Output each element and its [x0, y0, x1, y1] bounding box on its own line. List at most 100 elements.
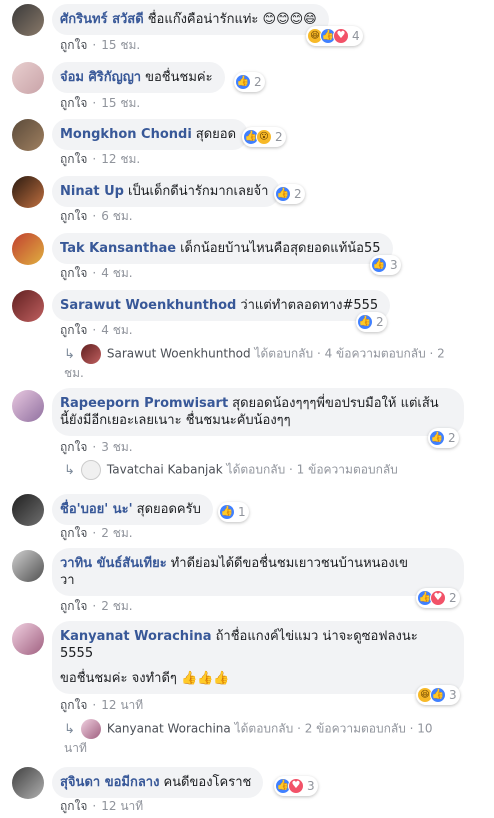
- comment-time[interactable]: 15 ชม.: [101, 96, 140, 110]
- reaction-count: 2: [448, 431, 456, 445]
- comment-actions: ถูกใจ · 2 ชม.: [60, 599, 133, 613]
- reaction-summary[interactable]: 😆 👍 ♥ 4: [306, 26, 363, 46]
- reaction-summary[interactable]: 👍 2: [234, 72, 265, 92]
- view-replies-link[interactable]: ↳ Sarawut Woenkhunthod ได้ตอบกลับ · 4 ข้อ…: [64, 344, 484, 382]
- avatar[interactable]: [12, 494, 44, 526]
- reaction-summary[interactable]: 👍 😮 2: [242, 127, 286, 147]
- avatar[interactable]: [12, 233, 44, 265]
- reaction-summary[interactable]: 👍 ♥ 3: [274, 776, 318, 796]
- comment-text: สุดยอดน้องๆๆๆพี่ขอปรบมือให้ แต่เส้น: [232, 396, 439, 411]
- comment-text-line2: 5555: [60, 646, 94, 661]
- comment-author[interactable]: สุจินดา ขอมีกลาง: [60, 775, 159, 790]
- comment-actions: ถูกใจ · 12 นาที: [60, 799, 144, 813]
- comments-panel: { "ui": { "like": "ถูกใจ", "dot": "·", "…: [0, 0, 494, 818]
- comment-author[interactable]: จ๋อม ศิริกัญญา: [60, 70, 141, 85]
- comment-bubble: ชื่อ'บอย' นะ' สุดยอดครับ: [52, 494, 213, 525]
- comment-actions: ถูกใจ · 12 ชม.: [60, 152, 141, 166]
- comment-author[interactable]: Kanyanat Worachina: [60, 629, 212, 644]
- comment-time[interactable]: 2 ชม.: [101, 599, 132, 613]
- like-link[interactable]: ถูกใจ: [60, 526, 87, 540]
- comment-author[interactable]: ศักรินทร์ สวัสดี: [60, 12, 144, 27]
- comment-actions: ถูกใจ · 2 ชม.: [60, 526, 133, 540]
- reaction-count: 3: [307, 779, 315, 793]
- love-reaction-icon: ♥: [333, 28, 349, 44]
- comment-time[interactable]: 4 ชม.: [101, 323, 132, 337]
- avatar[interactable]: [12, 767, 44, 799]
- reply-count: 2 ข้อความตอบกลับ · 10: [304, 721, 433, 736]
- love-reaction-icon: ♥: [288, 778, 304, 794]
- like-link[interactable]: ถูกใจ: [60, 698, 87, 712]
- reply-count: 4 ข้อความตอบกลับ · 2: [324, 346, 445, 361]
- reaction-count: 2: [275, 130, 283, 144]
- comment-bubble: Tak Kansanthae เด็กน้อยบ้านไหนคือสุดยอดแท…: [52, 233, 393, 264]
- reaction-summary[interactable]: 👍 2: [274, 184, 305, 204]
- comment-bubble: Ninat Up เป็นเด็กดีน่ารักมากเลยจ้า: [52, 176, 281, 207]
- avatar[interactable]: [12, 4, 44, 36]
- like-link[interactable]: ถูกใจ: [60, 38, 87, 52]
- like-link[interactable]: ถูกใจ: [60, 152, 87, 166]
- comment-bubble: Kanyanat Worachina ถ้าชื่อแกงค์ไข่แมว น่า…: [52, 621, 464, 694]
- avatar[interactable]: [12, 176, 44, 208]
- like-reaction-icon: 👍: [235, 74, 251, 90]
- comment-actions: ถูกใจ · 3 ชม.: [60, 440, 133, 454]
- reply-author: Sarawut Woenkhunthod: [106, 346, 251, 361]
- reaction-summary[interactable]: 👍 3: [370, 255, 401, 275]
- avatar[interactable]: [12, 62, 44, 94]
- comment-author[interactable]: ชื่อ'บอย' นะ': [60, 502, 133, 517]
- like-link[interactable]: ถูกใจ: [60, 266, 87, 280]
- comment-text: ถ้าชื่อแกงค์ไข่แมว น่าจะดูซอฟลงนะ: [215, 629, 418, 644]
- reply-arrow-icon: ↳: [64, 346, 75, 362]
- like-reaction-icon: 👍: [430, 687, 446, 703]
- like-reaction-icon: 👍: [429, 430, 445, 446]
- like-link[interactable]: ถูกใจ: [60, 323, 87, 337]
- comment-time[interactable]: 3 ชม.: [101, 440, 132, 454]
- reaction-summary[interactable]: 👍 2: [356, 312, 387, 332]
- like-link[interactable]: ถูกใจ: [60, 96, 87, 110]
- comment-author[interactable]: Sarawut Woenkhunthod: [60, 298, 236, 313]
- reaction-summary[interactable]: 😆 👍 3: [416, 685, 460, 705]
- reaction-summary[interactable]: 👍 1: [218, 502, 249, 522]
- like-link[interactable]: ถูกใจ: [60, 799, 87, 813]
- comment-text: ทำดีย่อมได้ดีขอชื่นชมเยาวชนบ้านหนองเข: [170, 556, 409, 571]
- comment-bubble: สุจินดา ขอมีกลาง คนดีของโคราช: [52, 767, 264, 798]
- avatar[interactable]: [12, 390, 44, 422]
- comment-time[interactable]: 6 ชม.: [101, 209, 132, 223]
- comment-text: ขอชื่นชมค่ะ: [145, 70, 213, 85]
- comment-text: ชื่อแก๊งคือน่ารักแท่ะ 😊😊😊😄: [147, 12, 317, 27]
- avatar[interactable]: [12, 119, 44, 151]
- comment-time[interactable]: 4 ชม.: [101, 266, 132, 280]
- reaction-count: 4: [352, 29, 360, 43]
- comment-author[interactable]: วาทิน ขันธ์สันเทียะ: [60, 556, 167, 571]
- comment-time[interactable]: 15 ชม.: [101, 38, 140, 52]
- like-link[interactable]: ถูกใจ: [60, 440, 87, 454]
- reaction-summary[interactable]: 👍 ♥ 2: [416, 588, 460, 608]
- like-link[interactable]: ถูกใจ: [60, 209, 87, 223]
- avatar[interactable]: [12, 290, 44, 322]
- comment-actions: ถูกใจ · 6 ชม.: [60, 209, 133, 223]
- comment-time[interactable]: 2 ชม.: [101, 526, 132, 540]
- comment-text: คนดีของโคราช: [163, 775, 252, 790]
- comment-text-line2: นี้ยังมีอีกเยอะเลยเนาะ ชื่นชมนะคับน้องๆๆ: [60, 413, 291, 428]
- view-replies-link[interactable]: ↳ Tavatchai Kabanjak ได้ตอบกลับ · 1 ข้อคว…: [64, 460, 484, 480]
- comment-time[interactable]: 12 นาที: [101, 698, 143, 712]
- view-replies-link[interactable]: ↳ Kanyanat Worachina ได้ตอบกลับ · 2 ข้อคว…: [64, 719, 484, 757]
- comment-time[interactable]: 12 ชม.: [101, 152, 140, 166]
- reply-time: ชม.: [64, 366, 84, 380]
- avatar[interactable]: [12, 550, 44, 582]
- reaction-count: 2: [449, 591, 457, 605]
- reply-arrow-icon: ↳: [64, 721, 75, 737]
- comment-author[interactable]: Mongkhon Chondi: [60, 127, 192, 142]
- comment-text-line3: ขอชื่นชมค่ะ จงทำดีๆ 👍👍👍: [60, 671, 230, 686]
- comment-text: เด็กน้อยบ้านไหนคือสุดยอดแท้น้อ55: [180, 241, 381, 256]
- comment-author[interactable]: Tak Kansanthae: [60, 241, 176, 256]
- comment-author[interactable]: Ninat Up: [60, 184, 124, 199]
- comment-bubble: Sarawut Woenkhunthod ว่าแต่ทำตลอดทาง#555: [52, 290, 391, 321]
- comment-author[interactable]: Rapeeporn Promwisart: [60, 396, 228, 411]
- comment-time[interactable]: 12 นาที: [101, 799, 143, 813]
- comment-actions: ถูกใจ · 12 นาที: [60, 698, 144, 712]
- comment-bubble: วาทิน ขันธ์สันเทียะ ทำดีย่อมได้ดีขอชื่นชม…: [52, 548, 464, 596]
- avatar[interactable]: [12, 623, 44, 655]
- like-link[interactable]: ถูกใจ: [60, 599, 87, 613]
- like-reaction-icon: 👍: [371, 257, 387, 273]
- reaction-summary[interactable]: 👍 2: [428, 428, 459, 448]
